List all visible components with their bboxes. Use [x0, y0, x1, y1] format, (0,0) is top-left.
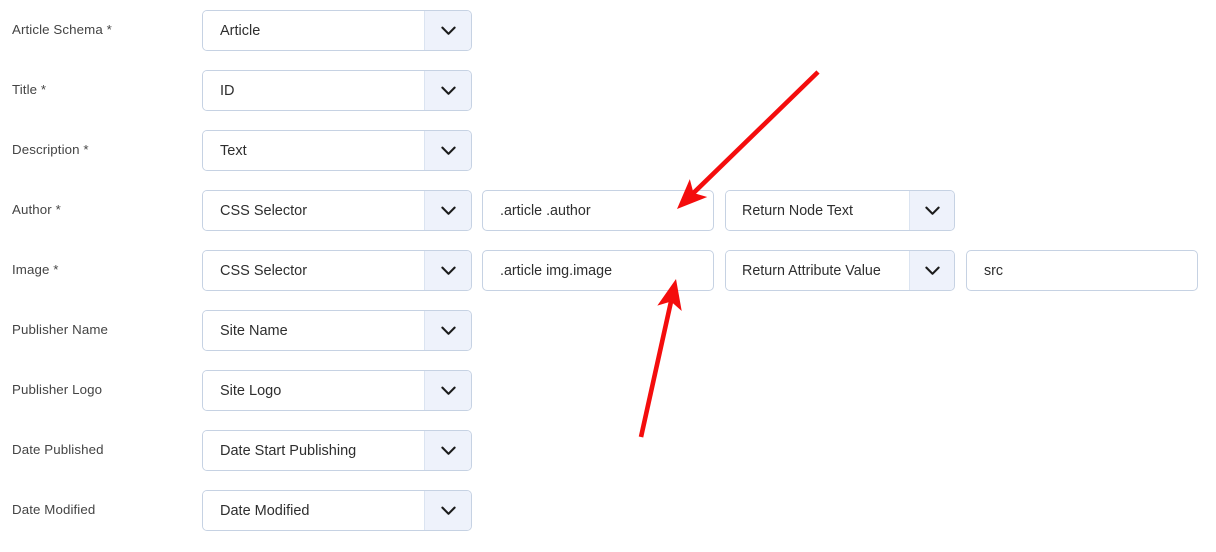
chevron-down-icon[interactable] — [424, 131, 471, 170]
form-row: Publisher Logo Site Logo — [0, 360, 1216, 420]
source-type-select-value: CSS Selector — [203, 191, 424, 230]
form-row: Author * CSS Selector .article .author Retu… — [0, 180, 1216, 240]
css-selector-input[interactable]: .article img.image — [482, 250, 714, 291]
form-row: Date Modified Date Modified — [0, 480, 1216, 540]
source-type-select-value: CSS Selector — [203, 251, 424, 290]
article-schema-mapping-form: Article Schema * Article Title * ID Descript… — [0, 0, 1216, 552]
field-label: Date Modified — [12, 502, 96, 517]
form-row: Title * ID — [0, 60, 1216, 120]
return-mode-select-value: Return Attribute Value — [726, 251, 909, 290]
chevron-down-icon[interactable] — [424, 251, 471, 290]
field-label: Description * — [12, 142, 89, 157]
chevron-down-icon[interactable] — [424, 371, 471, 410]
source-type-select-value: Text — [203, 131, 424, 170]
source-type-select-value: Date Modified — [203, 491, 424, 530]
chevron-down-icon[interactable] — [424, 71, 471, 110]
chevron-down-icon[interactable] — [424, 11, 471, 50]
source-type-select[interactable]: Article — [202, 10, 472, 51]
field-label: Article Schema * — [12, 22, 112, 37]
return-mode-select[interactable]: Return Node Text — [725, 190, 955, 231]
form-row: Date Published Date Start Publishing — [0, 420, 1216, 480]
attribute-name-input[interactable]: src — [966, 250, 1198, 291]
chevron-down-icon[interactable] — [424, 311, 471, 350]
source-type-select[interactable]: Date Modified — [202, 490, 472, 531]
form-row: Image * CSS Selector .article img.image Ret… — [0, 240, 1216, 300]
return-mode-select-value: Return Node Text — [726, 191, 909, 230]
field-label: Publisher Logo — [12, 382, 103, 397]
field-label: Title * — [12, 82, 47, 97]
return-mode-select[interactable]: Return Attribute Value — [725, 250, 955, 291]
source-type-select[interactable]: ID — [202, 70, 472, 111]
source-type-select-value: ID — [203, 71, 424, 110]
field-label: Date Published — [12, 442, 104, 457]
chevron-down-icon[interactable] — [909, 191, 954, 230]
form-row: Article Schema * Article — [0, 0, 1216, 60]
source-type-select[interactable]: CSS Selector — [202, 190, 472, 231]
chevron-down-icon[interactable] — [909, 251, 954, 290]
form-row: Publisher Name Site Name — [0, 300, 1216, 360]
form-row: Description * Text — [0, 120, 1216, 180]
field-label: Publisher Name — [12, 322, 108, 337]
chevron-down-icon[interactable] — [424, 431, 471, 470]
source-type-select-value: Site Name — [203, 311, 424, 350]
source-type-select[interactable]: Site Logo — [202, 370, 472, 411]
css-selector-input[interactable]: .article .author — [482, 190, 714, 231]
source-type-select[interactable]: CSS Selector — [202, 250, 472, 291]
source-type-select[interactable]: Text — [202, 130, 472, 171]
field-label: Author * — [12, 202, 61, 217]
source-type-select[interactable]: Date Start Publishing — [202, 430, 472, 471]
chevron-down-icon[interactable] — [424, 191, 471, 230]
field-label: Image * — [12, 262, 59, 277]
source-type-select[interactable]: Site Name — [202, 310, 472, 351]
source-type-select-value: Date Start Publishing — [203, 431, 424, 470]
source-type-select-value: Site Logo — [203, 371, 424, 410]
source-type-select-value: Article — [203, 11, 424, 50]
chevron-down-icon[interactable] — [424, 491, 471, 530]
